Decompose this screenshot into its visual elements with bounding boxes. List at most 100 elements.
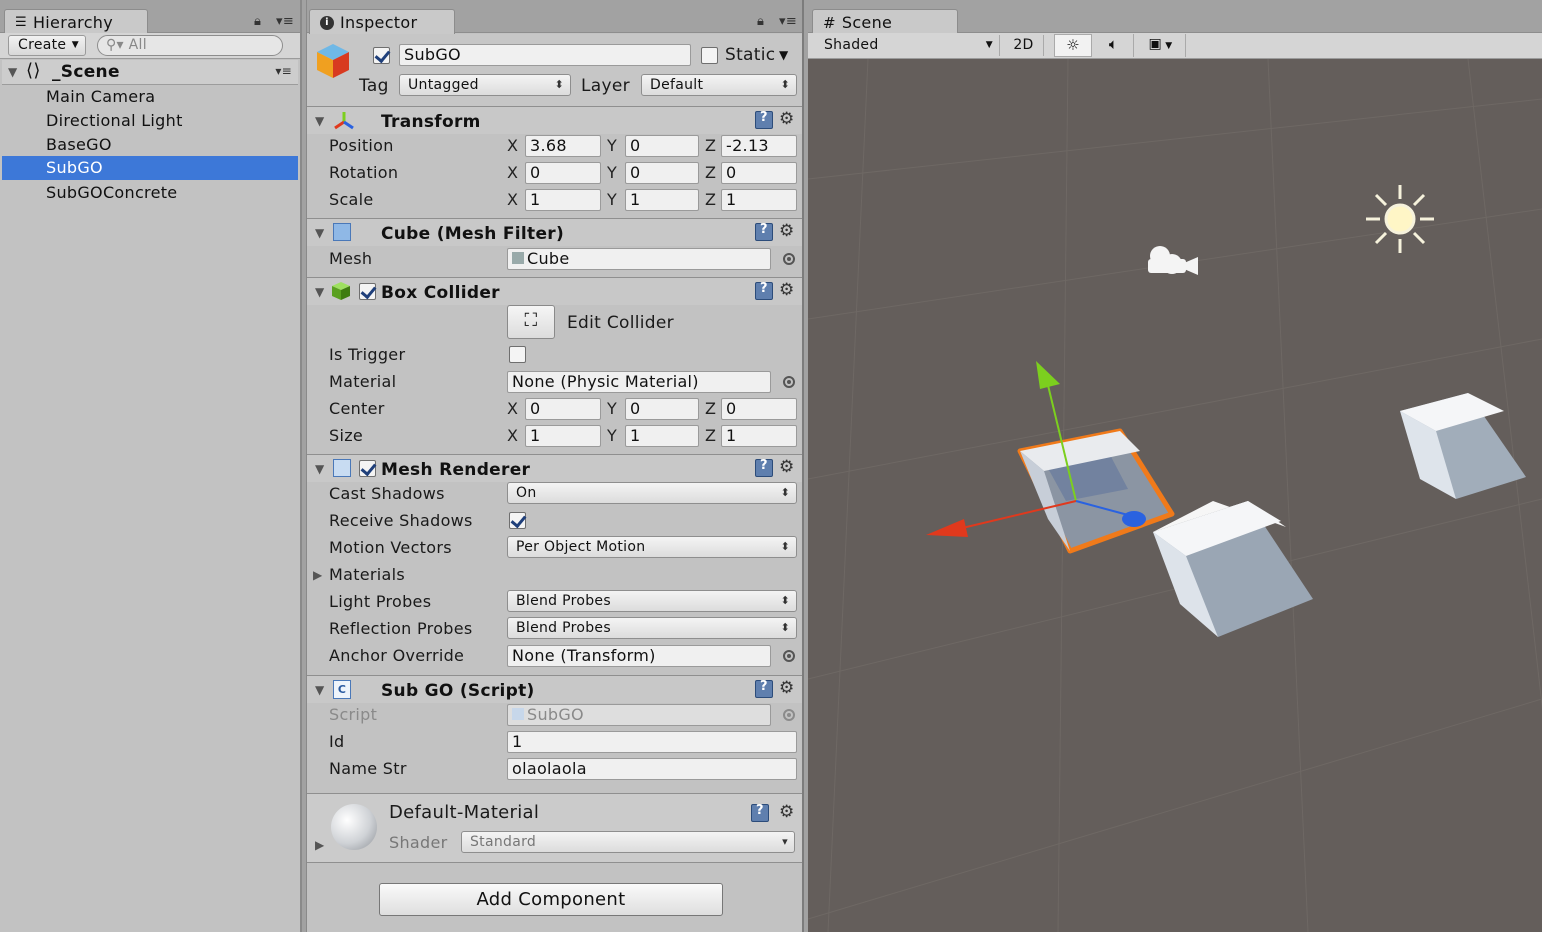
script-header[interactable]: ▼ C Sub GO (Script) ⚙ (307, 675, 802, 703)
tab-menu-icon[interactable]: ▾≡ (276, 14, 294, 29)
gear-icon[interactable]: ⚙ (779, 457, 795, 477)
collapse-triangle-icon[interactable]: ▼ (315, 226, 325, 240)
object-name-field[interactable]: SubGO (399, 44, 691, 66)
position-y-field[interactable]: 0 (625, 135, 699, 157)
scene-audio-toggle[interactable]: 🔈︎ (1094, 34, 1134, 57)
center-y-field[interactable]: 0 (625, 398, 699, 420)
create-button[interactable]: Create ▼ (8, 35, 86, 56)
tab-menu-icon[interactable]: ▾≡ (779, 14, 797, 29)
cube-subgo-selected[interactable] (1017, 428, 1175, 554)
axis-x-label: X (507, 190, 519, 209)
mesh-renderer-header[interactable]: ▼ Mesh Renderer ⚙ (307, 454, 802, 482)
unity-logo-icon: ⟨⟩ (26, 60, 41, 81)
inspector-tab[interactable]: i Inspector (309, 9, 455, 34)
object-picker-icon[interactable] (783, 253, 795, 265)
active-checkbox[interactable] (373, 47, 390, 64)
layer-dropdown[interactable]: Default ⬍ (641, 74, 797, 96)
motion-vectors-dropdown[interactable]: Per Object Motion ⬍ (507, 536, 797, 558)
collider-material-field[interactable]: None (Physic Material) (507, 371, 771, 393)
expand-triangle-icon[interactable]: ▶ (315, 838, 325, 852)
scene-viewport[interactable] (808, 59, 1542, 932)
cube-subgoconcrete[interactable] (1400, 393, 1526, 499)
box-collider-header[interactable]: ▼ Box Collider ⚙ (307, 277, 802, 305)
collapse-triangle-icon[interactable]: ▼ (315, 285, 325, 299)
box-collider-icon (332, 282, 350, 300)
hierarchy-item-basego[interactable]: BaseGO (2, 133, 298, 157)
help-book-icon[interactable] (755, 281, 773, 300)
hierarchy-item-label: SubGOConcrete (46, 183, 178, 202)
lock-icon[interactable]: 🔒︎ (254, 14, 261, 29)
scale-x-field[interactable]: 1 (525, 189, 601, 211)
shader-dropdown[interactable]: Standard ▾ (461, 831, 795, 853)
shading-mode-dropdown[interactable]: Shaded ▼ (814, 35, 1000, 56)
add-component-button[interactable]: Add Component (379, 883, 723, 916)
gear-icon[interactable]: ⚙ (779, 802, 795, 822)
help-book-icon[interactable] (755, 110, 773, 129)
scene-lighting-toggle[interactable]: ☼ (1054, 34, 1092, 57)
name-str-field[interactable]: olaolaola (507, 758, 797, 780)
hierarchy-item-subgoconcrete[interactable]: SubGOConcrete (2, 181, 298, 205)
scene-tab[interactable]: # Scene (812, 9, 958, 34)
size-x-field[interactable]: 1 (525, 425, 601, 447)
camera-gizmo[interactable] (1148, 246, 1198, 275)
center-x-field[interactable]: 0 (525, 398, 601, 420)
gear-icon[interactable]: ⚙ (779, 221, 795, 241)
hierarchy-tab[interactable]: ☰ Hierarchy (4, 9, 148, 34)
scene-header-row[interactable]: ▼ ⟨⟩ _Scene ▾≡ (2, 60, 298, 85)
collapse-triangle-icon[interactable]: ▼ (315, 683, 325, 697)
rotation-z-field[interactable]: 0 (721, 162, 797, 184)
light-probes-dropdown[interactable]: Blend Probes ⬍ (507, 590, 797, 612)
help-book-icon[interactable] (755, 679, 773, 698)
reflection-probes-dropdown[interactable]: Blend Probes ⬍ (507, 617, 797, 639)
object-picker-icon[interactable] (783, 376, 795, 388)
mesh-renderer-enabled-checkbox[interactable] (359, 460, 376, 477)
hierarchy-item-main-camera[interactable]: Main Camera (2, 85, 298, 109)
gear-icon[interactable]: ⚙ (779, 280, 795, 300)
help-book-icon[interactable] (755, 458, 773, 477)
help-book-icon[interactable] (755, 222, 773, 241)
cast-shadows-value: On (516, 485, 537, 501)
scene-effects-dropdown[interactable]: ▣ ▼ (1136, 34, 1186, 57)
lock-icon[interactable]: 🔒︎ (757, 14, 764, 29)
transform-header[interactable]: ▼ Transform ⚙ (307, 106, 802, 134)
expand-triangle-icon[interactable]: ▼ (8, 65, 18, 79)
rotation-y-field[interactable]: 0 (625, 162, 699, 184)
object-picker-icon[interactable] (783, 650, 795, 662)
scale-z-field[interactable]: 1 (721, 189, 797, 211)
position-x-field[interactable]: 3.68 (525, 135, 601, 157)
size-y-field[interactable]: 1 (625, 425, 699, 447)
collapse-triangle-icon[interactable]: ▼ (315, 462, 325, 476)
box-collider-enabled-checkbox[interactable] (359, 283, 376, 300)
scale-y-field[interactable]: 1 (625, 189, 699, 211)
rotation-x-field[interactable]: 0 (525, 162, 601, 184)
gear-icon[interactable]: ⚙ (779, 109, 795, 129)
is-trigger-checkbox[interactable] (509, 346, 526, 363)
mesh-filter-header[interactable]: ▼ Cube (Mesh Filter) ⚙ (307, 218, 802, 246)
image-icon: ▣ (1148, 36, 1163, 52)
static-checkbox[interactable] (701, 47, 718, 64)
anchor-override-field[interactable]: None (Transform) (507, 645, 771, 667)
static-dropdown-icon[interactable]: ▼ (779, 48, 789, 62)
help-book-icon[interactable] (751, 803, 769, 822)
scene-grid (808, 59, 1542, 932)
collapse-triangle-icon[interactable]: ▼ (315, 114, 325, 128)
toggle-2d-button[interactable]: 2D (1004, 35, 1044, 56)
cast-shadows-dropdown[interactable]: On ⬍ (507, 482, 797, 504)
size-z-field[interactable]: 1 (721, 425, 797, 447)
edit-collider-button[interactable]: ⛶ (507, 305, 555, 339)
expand-triangle-icon[interactable]: ▶ (313, 568, 323, 582)
center-z-field[interactable]: 0 (721, 398, 797, 420)
position-z-field[interactable]: -2.13 (721, 135, 797, 157)
gear-icon[interactable]: ⚙ (779, 678, 795, 698)
static-label: Static (725, 45, 776, 65)
scene-menu-icon[interactable]: ▾≡ (275, 64, 292, 78)
receive-shadows-checkbox[interactable] (509, 512, 526, 529)
tag-dropdown[interactable]: Untagged ⬍ (399, 74, 571, 96)
hierarchy-item-subgo[interactable]: SubGO (2, 156, 298, 180)
directional-light-gizmo[interactable] (1366, 185, 1434, 253)
materials-label[interactable]: Materials (329, 565, 405, 584)
search-input[interactable]: ⚲▾ All (97, 35, 283, 56)
mesh-field[interactable]: Cube (507, 248, 771, 270)
id-field[interactable]: 1 (507, 731, 797, 753)
hierarchy-item-directional-light[interactable]: Directional Light (2, 109, 298, 133)
